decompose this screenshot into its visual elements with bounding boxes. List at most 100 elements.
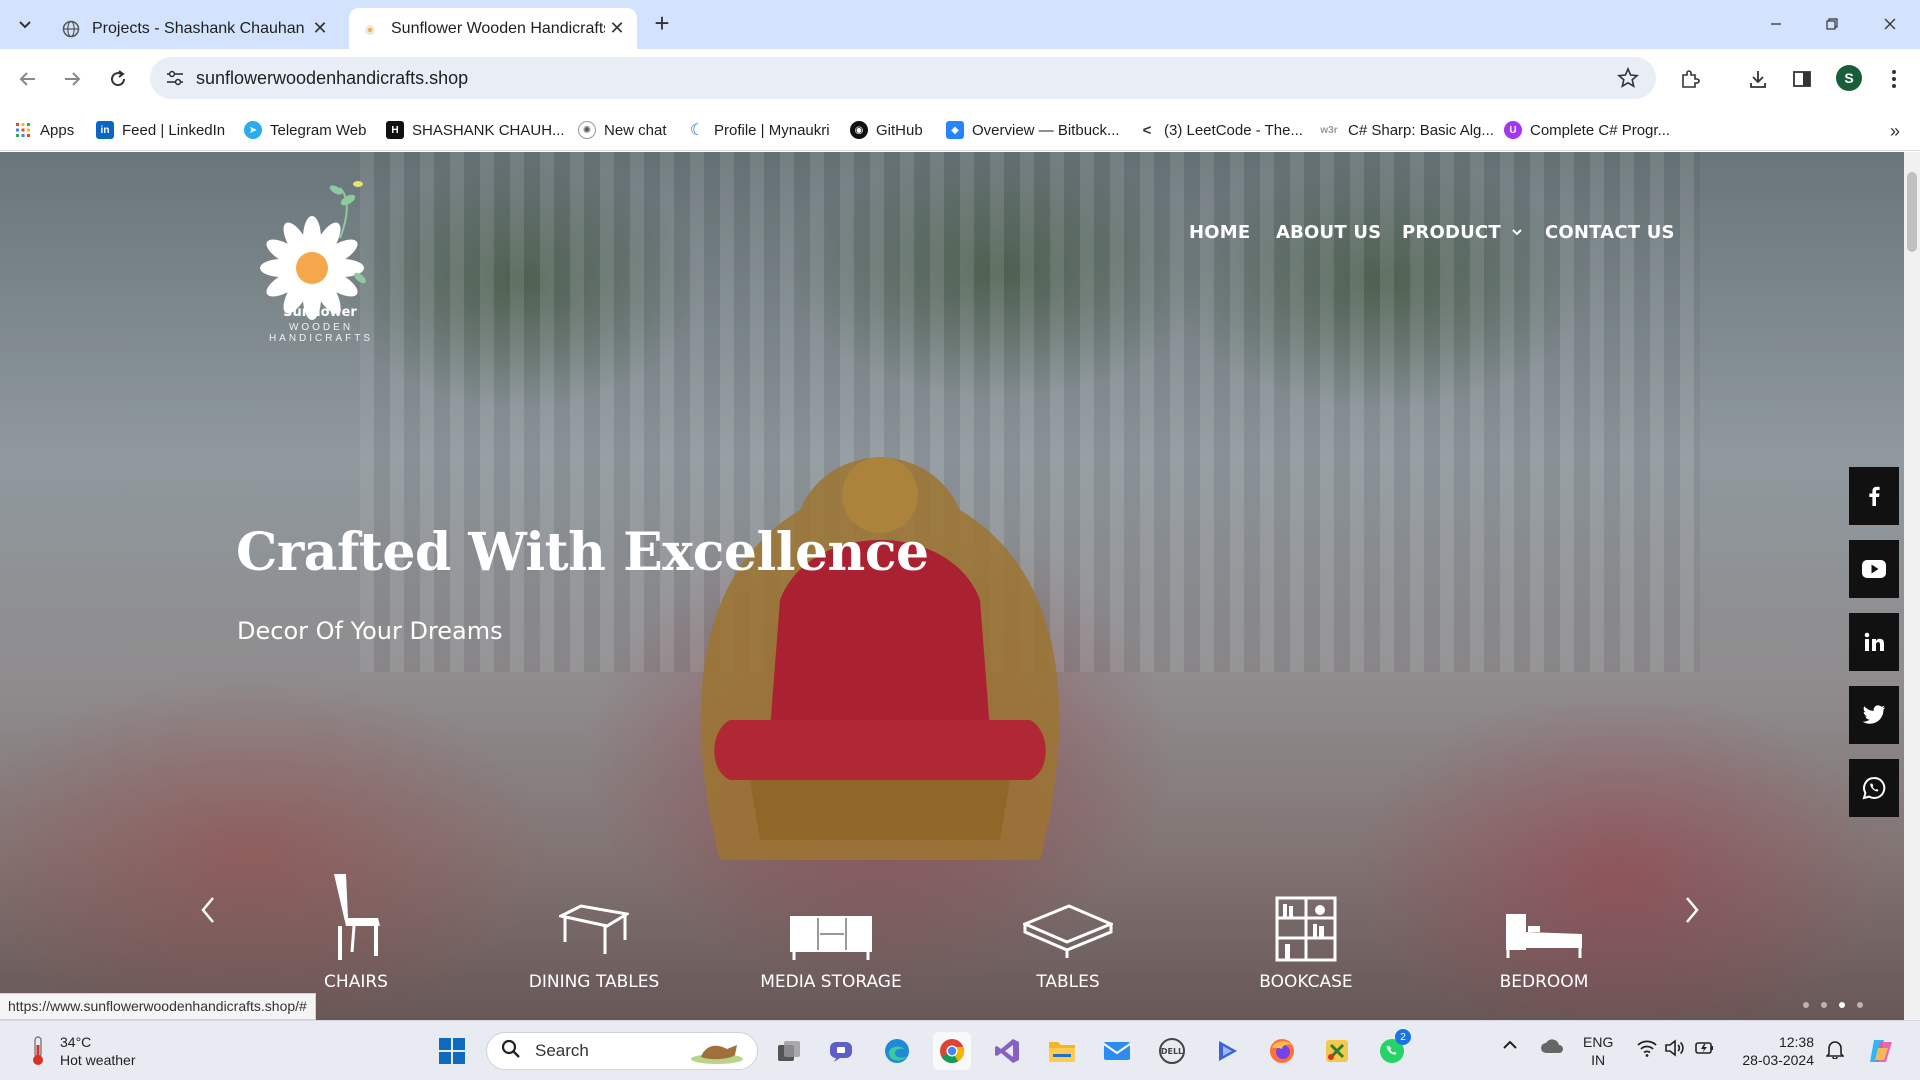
minimize-button[interactable] [1756, 10, 1796, 38]
bookmark-leetcode[interactable]: < (3) LeetCode - The... [1138, 117, 1303, 143]
dell-button[interactable]: DELL [1153, 1032, 1191, 1070]
search-placeholder: Search [535, 1041, 589, 1060]
teams-button[interactable] [823, 1032, 861, 1070]
restore-icon [1826, 18, 1838, 30]
profile-avatar[interactable]: S [1836, 65, 1862, 91]
bookmark-linkedin[interactable]: in Feed | LinkedIn [96, 117, 225, 143]
bookmark-github[interactable]: ◉ GitHub [850, 117, 923, 143]
carousel-dot[interactable] [1821, 1002, 1827, 1008]
chrome-button[interactable] [933, 1032, 971, 1070]
bookmark-apps[interactable]: Apps [14, 117, 74, 143]
extensions-button[interactable] [1676, 65, 1704, 93]
search-highlight-icon [691, 1045, 743, 1064]
category-dining-tables[interactable]: DINING TABLES [494, 862, 694, 992]
nav-product[interactable]: PRODUCT [1402, 222, 1523, 243]
carousel-dot[interactable] [1857, 1002, 1863, 1008]
category-bedroom[interactable]: BEDROOM [1444, 862, 1644, 992]
sunflower-logo[interactable] [240, 168, 400, 328]
firefox-button[interactable] [1263, 1032, 1301, 1070]
nav-about-us[interactable]: ABOUT US [1276, 222, 1381, 243]
onedrive-button[interactable] [1540, 1039, 1564, 1055]
snipping-tool-button[interactable] [1318, 1032, 1356, 1070]
carousel-dot[interactable] [1803, 1002, 1809, 1008]
bookmark-udemy[interactable]: U Complete C# Progr... [1504, 117, 1670, 143]
youtube-button[interactable] [1849, 540, 1899, 598]
nav-contact-us[interactable]: CONTACT US [1545, 222, 1675, 243]
w3resource-icon: w3r [1320, 124, 1338, 136]
edge-button[interactable] [878, 1032, 916, 1070]
whatsapp-button[interactable] [1849, 759, 1899, 817]
file-explorer-button[interactable] [1043, 1032, 1081, 1070]
logo-name: Sunflower [283, 305, 357, 320]
teams-chat-icon [830, 1042, 852, 1062]
search-icon [501, 1039, 521, 1064]
edge-icon [885, 1039, 909, 1063]
downloads-button[interactable] [1744, 65, 1772, 93]
hackerrank-icon: H [386, 121, 404, 139]
mail-icon [1103, 1042, 1131, 1060]
menu-button[interactable] [1880, 65, 1908, 93]
category-tables[interactable]: TABLES [968, 862, 1168, 992]
category-media-storage[interactable]: MEDIA STORAGE [731, 862, 931, 992]
facebook-button[interactable] [1849, 467, 1899, 525]
category-label: BEDROOM [1499, 972, 1589, 992]
back-button[interactable] [14, 65, 42, 93]
close-window-button[interactable] [1870, 10, 1910, 38]
taskbar-clock[interactable]: 12:38 28-03-2024 [1734, 1033, 1814, 1069]
copilot-button[interactable] [1862, 1032, 1900, 1070]
volume-button[interactable] [1664, 1039, 1686, 1057]
bookmark-bitbucket[interactable]: ◆ Overview — Bitbuck... [946, 117, 1120, 143]
battery-button[interactable] [1694, 1039, 1716, 1057]
mail-button[interactable] [1098, 1032, 1136, 1070]
globe-icon [62, 20, 80, 38]
new-tab-button[interactable]: + [650, 10, 674, 36]
language-code: ENG [1583, 1034, 1614, 1050]
tab-search-button[interactable] [10, 11, 40, 39]
udemy-icon: U [1504, 121, 1522, 139]
category-chairs[interactable]: CHAIRS [256, 862, 456, 992]
language-indicator[interactable]: ENG IN [1583, 1033, 1613, 1069]
bookmarks-overflow-icon[interactable]: » [1890, 121, 1900, 142]
hero-subtitle: Decor Of Your Dreams [237, 617, 503, 645]
bookmark-new-chat[interactable]: ✺ New chat [578, 117, 667, 143]
chatgpt-icon: ✺ [578, 121, 596, 139]
close-tab-icon[interactable]: ✕ [605, 17, 629, 41]
nav-product-label: PRODUCT [1402, 222, 1501, 243]
twitter-button[interactable] [1849, 686, 1899, 744]
visual-studio-button[interactable] [988, 1032, 1026, 1070]
table-icon [968, 862, 1168, 962]
nav-home[interactable]: HOME [1189, 222, 1250, 243]
weather-widget[interactable]: 34°C Hot weather [28, 1033, 135, 1069]
page-scrollbar[interactable] [1904, 152, 1920, 1020]
carousel-next-button[interactable] [1680, 892, 1704, 928]
task-view-button[interactable] [770, 1032, 808, 1070]
reload-button[interactable] [104, 65, 132, 93]
show-hidden-icons-button[interactable] [1502, 1039, 1518, 1051]
bookmark-hackerrank[interactable]: H SHASHANK CHAUH... [386, 117, 565, 143]
site-info-icon[interactable] [164, 68, 186, 88]
forward-button[interactable] [58, 65, 86, 93]
close-tab-icon[interactable]: ✕ [308, 17, 332, 41]
bookmark-telegram[interactable]: ➤ Telegram Web [244, 117, 366, 143]
tab-projects[interactable]: Projects - Shashank Chauhan ✕ [50, 8, 340, 49]
media-app-button[interactable] [1208, 1032, 1246, 1070]
scrollbar-thumb[interactable] [1907, 172, 1917, 252]
linkedin-button[interactable] [1849, 613, 1899, 671]
restore-button[interactable] [1812, 10, 1852, 38]
clock-time: 12:38 [1778, 1034, 1814, 1050]
address-bar[interactable]: sunflowerwoodenhandicrafts.shop [150, 57, 1656, 99]
bookmark-label: SHASHANK CHAUH... [412, 121, 565, 139]
carousel-prev-button[interactable] [196, 892, 220, 928]
wifi-button[interactable] [1636, 1039, 1658, 1057]
tab-sunflower[interactable]: Sunflower Wooden Handicrafts ✕ [349, 8, 637, 49]
category-bookcase[interactable]: BOOKCASE [1206, 862, 1406, 992]
twitter-icon [1862, 705, 1885, 724]
bookmark-star-icon[interactable] [1616, 66, 1640, 90]
notifications-button[interactable] [1826, 1039, 1844, 1059]
bookmark-w3resource[interactable]: w3r C# Sharp: Basic Alg... [1318, 117, 1494, 143]
carousel-dot-active[interactable] [1839, 1002, 1845, 1008]
taskbar-search[interactable]: Search [486, 1032, 758, 1070]
side-panel-button[interactable] [1788, 65, 1816, 93]
bookmark-naukri[interactable]: ☾ Profile | Mynaukri [688, 117, 830, 143]
start-button[interactable] [433, 1032, 471, 1070]
